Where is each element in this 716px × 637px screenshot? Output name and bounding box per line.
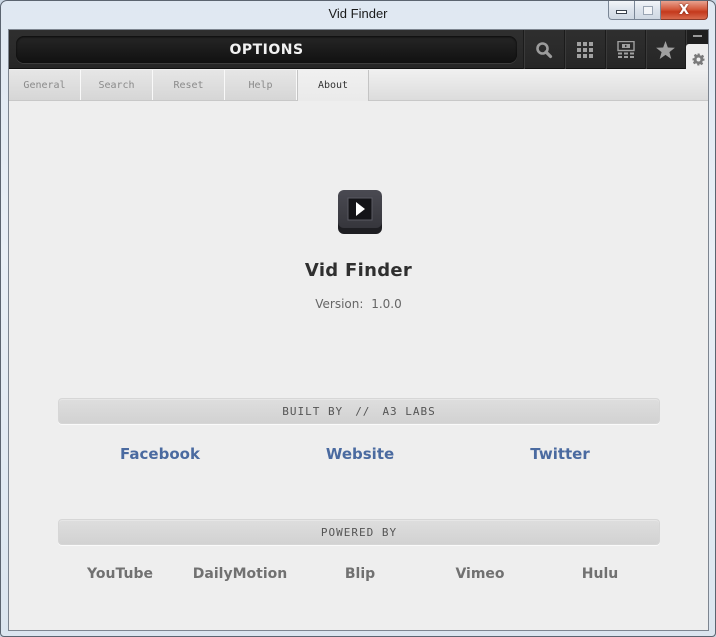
powered-by-bar: POWERED BY <box>58 519 660 545</box>
tab-bar: General Search Reset Help About <box>9 70 708 101</box>
website-link[interactable]: Website <box>326 445 394 463</box>
close-button[interactable]: X <box>661 1 708 20</box>
tab-help[interactable]: Help <box>225 70 297 100</box>
search-button[interactable] <box>523 30 564 69</box>
favorites-button[interactable] <box>645 30 685 69</box>
screen-icon <box>616 41 635 58</box>
twitter-link[interactable]: Twitter <box>530 445 590 463</box>
provider-vimeo: Vimeo <box>455 566 505 582</box>
built-by-bar: BUILT BY // A3 LABS <box>58 398 660 424</box>
tab-about[interactable]: About <box>297 70 369 101</box>
powered-by-label: POWERED BY <box>320 525 398 539</box>
player-view-button[interactable] <box>605 30 645 69</box>
close-icon: X <box>678 2 690 18</box>
provider-hulu: Hulu <box>581 566 619 582</box>
minus-icon[interactable] <box>693 35 702 37</box>
built-by-label: BUILT BY <box>282 404 344 418</box>
client-area: OPTIONS General Search Reset Help About … <box>8 29 709 631</box>
tab-reset[interactable]: Reset <box>153 70 225 100</box>
tab-general[interactable]: General <box>9 70 81 100</box>
provider-blip: Blip <box>344 566 376 582</box>
maximize-icon <box>642 5 653 15</box>
version-number: 1.0.0 <box>371 297 402 311</box>
grid-view-button[interactable] <box>564 30 605 69</box>
app-name: Vid Finder <box>304 260 413 281</box>
version-text: Version: 1.0.0 <box>9 297 708 311</box>
about-panel: Vid Finder Version: 1.0.0 BUILT BY // A3… <box>9 102 708 630</box>
top-toolbar: OPTIONS <box>9 30 708 69</box>
search-icon <box>536 41 553 58</box>
tab-search[interactable]: Search <box>81 70 153 100</box>
app-window: Vid Finder X OPTIONS General Search Rese… <box>0 0 716 637</box>
facebook-link[interactable]: Facebook <box>120 445 200 463</box>
maximize-button[interactable] <box>635 1 661 20</box>
options-title: OPTIONS <box>229 41 304 58</box>
provider-dailymotion: DailyMotion <box>192 566 288 582</box>
built-by-company: A3 LABS <box>382 404 436 418</box>
built-by-separator: // <box>355 404 371 418</box>
version-label: Version: <box>315 297 364 311</box>
gear-icon <box>692 53 704 65</box>
grid-icon <box>577 41 593 58</box>
title-bar[interactable]: Vid Finder X <box>1 1 715 28</box>
minimize-icon <box>616 10 627 14</box>
star-icon <box>656 40 675 59</box>
minimize-button[interactable] <box>608 1 635 20</box>
options-title-bar: OPTIONS <box>16 36 517 63</box>
window-controls: X <box>608 1 708 20</box>
provider-youtube: YouTube <box>87 566 153 582</box>
play-icon <box>338 190 382 234</box>
